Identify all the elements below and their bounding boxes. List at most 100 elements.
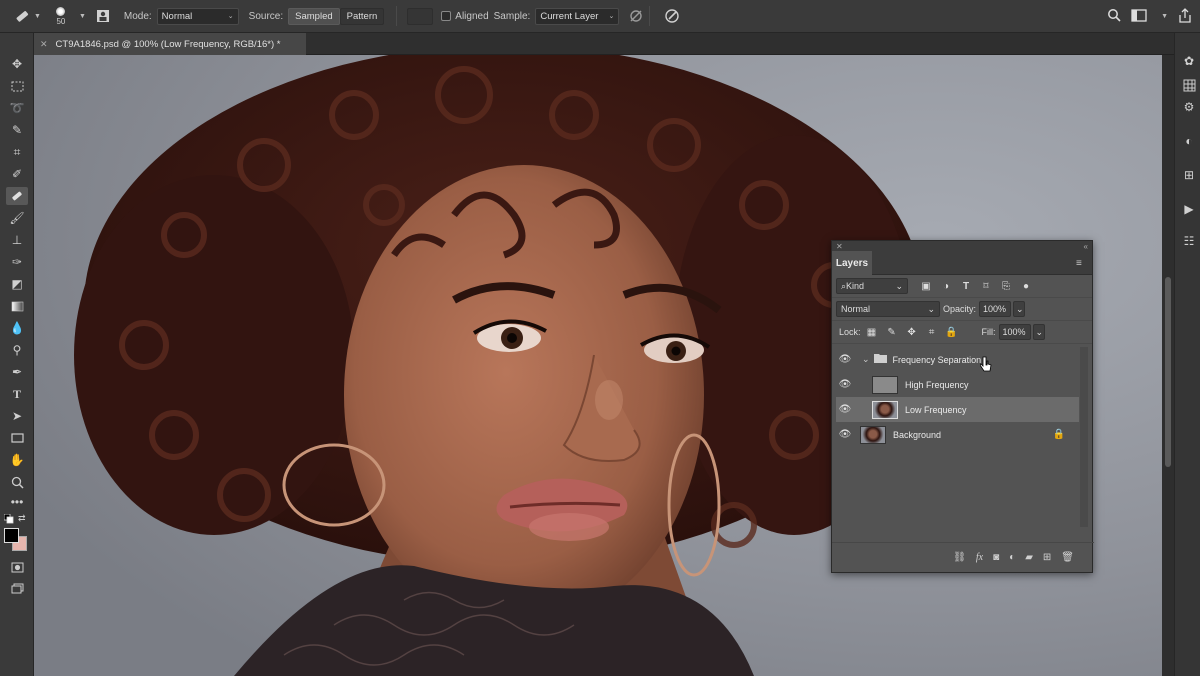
history-icon[interactable]: ☷ [1181, 233, 1197, 249]
scrollbar-thumb[interactable] [1165, 277, 1171, 467]
filter-kind-select[interactable]: ⌕Kind ⌄ [836, 278, 908, 294]
new-group-icon[interactable]: ▰ [1025, 552, 1033, 563]
healing-brush-tool-icon[interactable] [6, 187, 28, 205]
collapse-panel-icon[interactable]: « [1084, 242, 1088, 251]
filter-type-icon[interactable]: T [958, 279, 974, 293]
expand-chevron-icon[interactable]: ⌄ [862, 354, 870, 365]
pressure-size-icon[interactable] [664, 8, 680, 24]
visibility-eye-icon[interactable]: 👁 [836, 372, 854, 397]
path-selection-tool-icon[interactable]: ➤ [6, 407, 28, 425]
lock-label: Lock: [839, 327, 861, 337]
opacity-dropdown-icon[interactable]: ⌄ [1013, 301, 1026, 317]
quick-selection-tool-icon[interactable]: ✎ [6, 121, 28, 139]
swatches-grid-icon[interactable] [1181, 77, 1197, 93]
visibility-eye-icon[interactable]: 👁 [836, 397, 854, 422]
brush-picker-chevron-icon[interactable]: ▼ [79, 13, 86, 20]
quick-mask-icon[interactable] [6, 558, 28, 576]
crop-tool-icon[interactable]: ⌗ [6, 143, 28, 161]
filter-toggle-icon[interactable]: ● [1018, 279, 1034, 293]
document-tab[interactable]: ✕ CT9A1846.psd @ 100% (Low Frequency, RG… [34, 33, 306, 55]
new-layer-icon[interactable]: ⊞ [1043, 552, 1051, 563]
aligned-checkbox[interactable] [441, 11, 452, 21]
more-tools-icon[interactable]: ••• [6, 493, 28, 511]
filter-pixel-icon[interactable]: ▣ [918, 279, 934, 293]
layer-style-icon[interactable]: fx [976, 552, 983, 563]
marquee-tool-icon[interactable] [6, 77, 28, 95]
blend-mode-value: Normal [841, 304, 871, 314]
tab-layers[interactable]: Layers [832, 251, 872, 275]
blur-tool-icon[interactable]: 💧 [6, 319, 28, 337]
filter-adjustment-icon[interactable]: ◑ [938, 279, 954, 293]
pattern-swatch-button[interactable] [407, 7, 434, 25]
document-title: CT9A1846.psd @ 100% (Low Frequency, RGB/… [55, 38, 281, 50]
layers-footer: ⛓ fx ◙ ◐ ▰ ⊞ 🗑 [832, 542, 1094, 572]
layer-group-row[interactable]: 👁 ⌄ Frequency Separation [836, 347, 1079, 372]
learn-icon[interactable]: ✿ [1181, 53, 1197, 69]
sample-select[interactable]: Current Layer ⌄ [535, 7, 620, 25]
visibility-eye-icon[interactable]: 👁 [836, 422, 854, 447]
brush-tool-icon[interactable]: 🖌 [6, 209, 28, 227]
zoom-tool-icon[interactable] [6, 473, 28, 491]
lock-transparent-icon[interactable]: ▦ [864, 325, 880, 339]
sampled-button[interactable]: Sampled [288, 7, 340, 25]
move-tool-icon[interactable]: ✥ [6, 55, 28, 73]
ignore-adjustment-layers-icon[interactable] [629, 9, 643, 23]
clone-source-panel-icon[interactable] [96, 9, 110, 23]
adjustments-icon[interactable]: ◐ [1181, 133, 1197, 149]
fill-input[interactable]: 100% [998, 324, 1031, 340]
layer-row[interactable]: 👁 High Frequency [836, 372, 1079, 397]
close-tab-icon[interactable]: ✕ [40, 39, 48, 50]
healing-brush-tool-icon[interactable]: ▼ [14, 8, 41, 24]
fill-dropdown-icon[interactable]: ⌄ [1032, 324, 1045, 340]
lasso-tool-icon[interactable]: ➰ [6, 99, 28, 117]
dodge-tool-icon[interactable]: ⚲ [6, 341, 28, 359]
mode-select[interactable]: Normal ⌄ [156, 7, 239, 25]
layers-scrollbar[interactable] [1080, 347, 1088, 527]
lock-row: Lock: ▦ ✎ ✥ ⌗ 🔒 Fill: 100% ⌄ [832, 321, 1092, 344]
opacity-input[interactable]: 100% [979, 301, 1012, 317]
type-tool-icon[interactable]: T [6, 385, 28, 403]
vertical-scrollbar[interactable] [1162, 55, 1174, 676]
pattern-button[interactable]: Pattern [339, 7, 385, 25]
lock-all-icon[interactable]: 🔒 [944, 325, 960, 339]
add-mask-icon[interactable]: ◙ [993, 552, 999, 563]
blend-mode-select[interactable]: Normal ⌄ [836, 301, 940, 317]
filter-smart-object-icon[interactable]: ⎘ [998, 279, 1014, 293]
new-adjustment-layer-icon[interactable]: ◐ [1009, 552, 1015, 563]
default-colors-icon[interactable] [3, 513, 14, 524]
layer-name: High Frequency [905, 379, 969, 390]
filter-shape-icon[interactable]: ⌑ [978, 279, 994, 293]
screen-mode-icon[interactable] [6, 579, 28, 597]
layer-row[interactable]: 👁 Background 🔒 [836, 422, 1079, 447]
lock-position-icon[interactable]: ✥ [904, 325, 920, 339]
lock-image-icon[interactable]: ✎ [884, 325, 900, 339]
search-icon[interactable] [1107, 8, 1121, 25]
lock-artboard-icon[interactable]: ⌗ [924, 325, 940, 339]
visibility-eye-icon[interactable]: 👁 [836, 347, 854, 372]
pen-tool-icon[interactable]: ✒ [6, 363, 28, 381]
gradient-tool-icon[interactable] [6, 297, 28, 315]
eyedropper-tool-icon[interactable]: ✐ [6, 165, 28, 183]
workspace-chevron-icon[interactable]: ▼ [1161, 13, 1168, 20]
foreground-color-swatch[interactable] [4, 528, 19, 543]
layer-row-selected[interactable]: 👁 Low Frequency [836, 397, 1079, 422]
eraser-tool-icon[interactable]: ◩ [6, 275, 28, 293]
workspace-icon[interactable] [1131, 8, 1147, 25]
chevron-down-icon[interactable]: ▼ [34, 13, 41, 20]
link-layers-icon[interactable]: ⛓ [953, 552, 966, 563]
share-icon[interactable] [1178, 7, 1192, 26]
properties-icon[interactable]: ⊞ [1181, 167, 1197, 183]
hand-tool-icon[interactable]: ✋ [6, 451, 28, 469]
delete-layer-icon[interactable]: 🗑 [1061, 552, 1074, 563]
rectangle-tool-icon[interactable] [6, 429, 28, 447]
history-brush-tool-icon[interactable]: ✑ [6, 253, 28, 271]
actions-play-icon[interactable]: ▶ [1181, 201, 1197, 217]
panel-menu-icon[interactable]: ≡ [1076, 258, 1086, 269]
swap-colors-icon[interactable]: ⇄ [18, 513, 26, 524]
right-panel-strip: ✿ ⚙ ◐ ⊞ ▶ ☷ [1174, 33, 1200, 676]
sample-label: Sample: [493, 10, 531, 22]
clone-stamp-tool-icon[interactable]: ⊥ [6, 231, 28, 249]
libraries-icon[interactable]: ⚙ [1181, 99, 1197, 115]
close-panel-icon[interactable]: ✕ [836, 242, 843, 251]
brush-size-picker[interactable]: 50 [47, 2, 75, 30]
